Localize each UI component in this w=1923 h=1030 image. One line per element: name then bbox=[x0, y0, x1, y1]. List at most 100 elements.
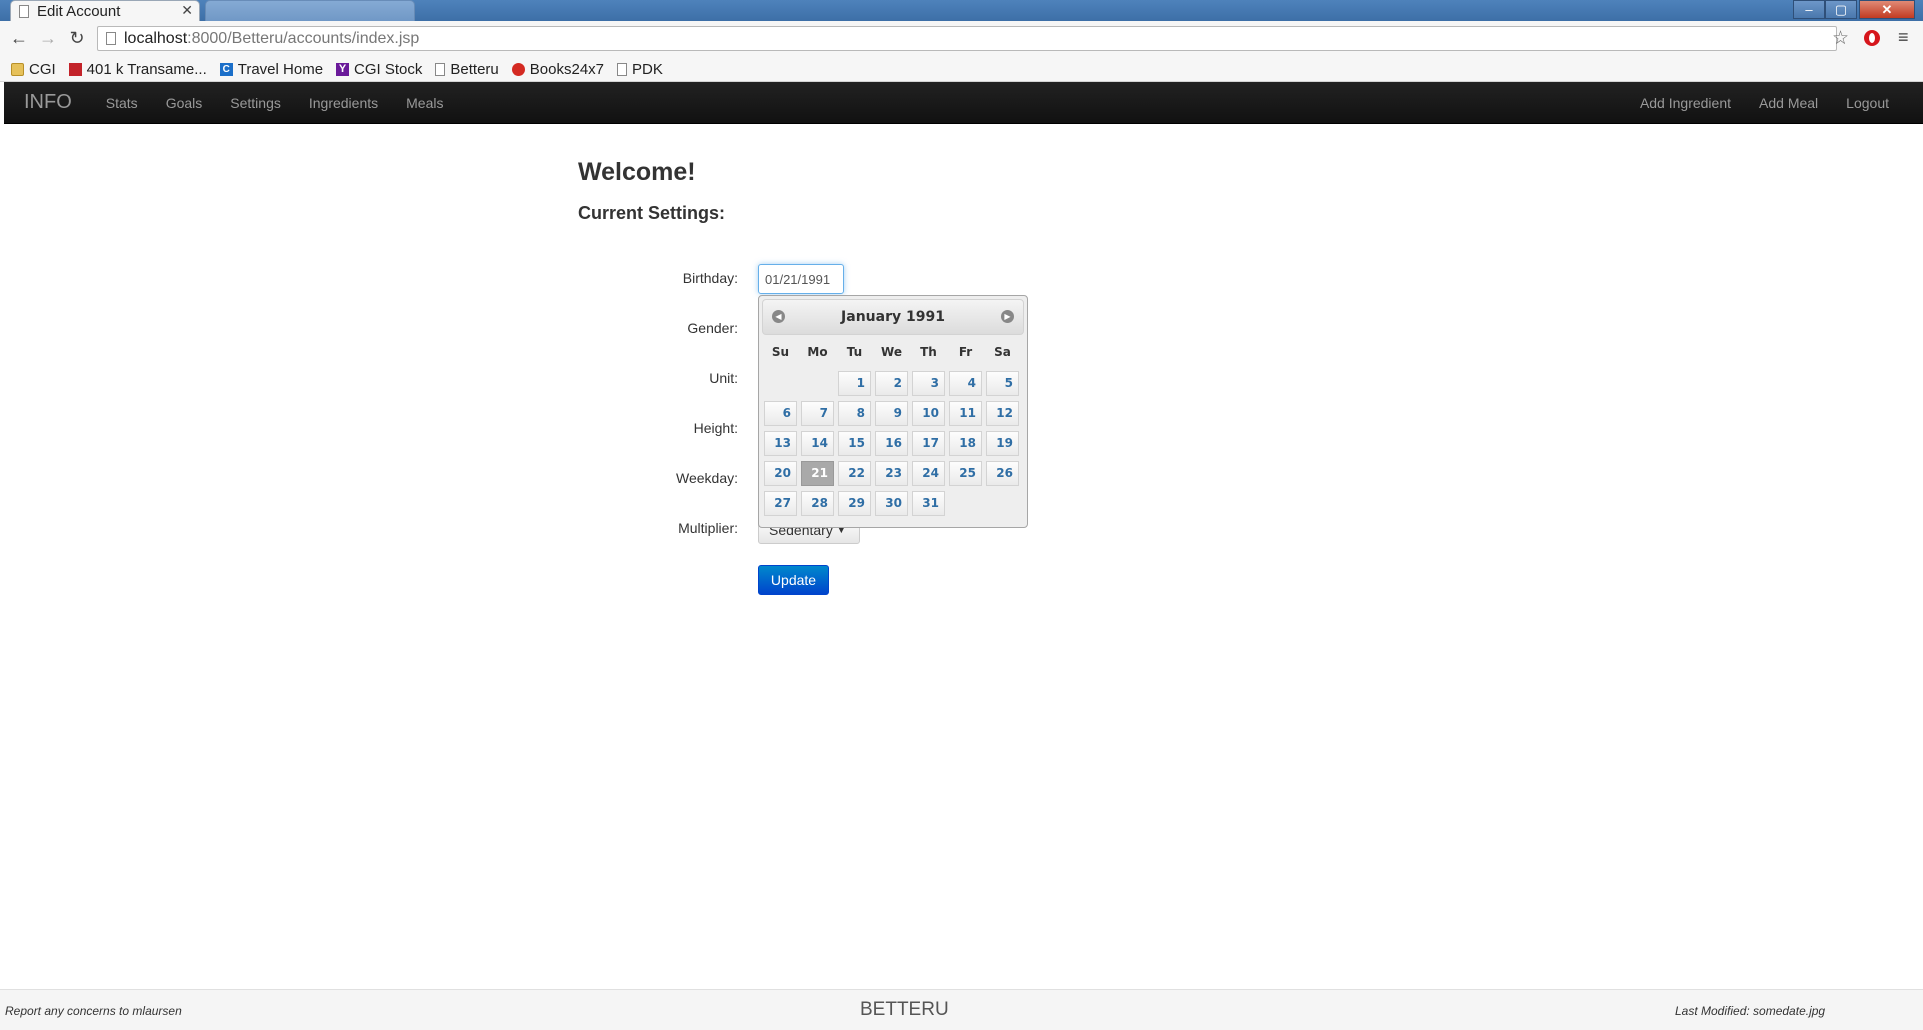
tab-edit-account[interactable]: Edit Account ✕ bbox=[10, 0, 200, 21]
forward-button[interactable]: → bbox=[37, 27, 59, 49]
bookmark-betteru[interactable]: Betteru bbox=[435, 60, 499, 78]
birthday-input[interactable] bbox=[758, 264, 844, 294]
datepicker-week-row: 20 21 22 23 24 25 26 bbox=[762, 459, 1024, 489]
day-cell[interactable]: 17 bbox=[912, 431, 945, 456]
nav-meals[interactable]: Meals bbox=[392, 95, 457, 111]
day-cell[interactable]: 9 bbox=[875, 401, 908, 426]
datepicker-week-row: 12345 bbox=[762, 369, 1024, 399]
datepicker: ◀ January 1991 ▶ Su Mo Tu We Th Fr Sa 1 2 3 4 5 6 7 8 9… bbox=[758, 295, 1028, 528]
day-cell[interactable]: 27 bbox=[764, 491, 797, 516]
day-cell[interactable]: 11 bbox=[949, 401, 982, 426]
day-cell[interactable]: 19 bbox=[986, 431, 1019, 456]
day-cell[interactable]: 5 bbox=[986, 371, 1019, 396]
bookmark-travel-home[interactable]: C Travel Home bbox=[219, 60, 324, 78]
bookmark-pdk[interactable]: PDK bbox=[617, 61, 663, 78]
datepicker-week-row: 6 7 8 9 10 11 12 bbox=[762, 399, 1024, 429]
nav-ingredients[interactable]: Ingredients bbox=[295, 95, 392, 111]
close-window-button[interactable]: ✕ bbox=[1859, 0, 1915, 19]
day-cell[interactable]: 30 bbox=[875, 491, 908, 516]
day-cell[interactable]: 26 bbox=[986, 461, 1019, 486]
day-cell[interactable]: 7 bbox=[801, 401, 834, 426]
footer: Report any concerns to mlaursen BETTERU … bbox=[0, 989, 1923, 1030]
day-cell[interactable]: 1 bbox=[838, 371, 871, 396]
url-host: localhost bbox=[124, 29, 188, 47]
weekday-header: We bbox=[881, 345, 902, 359]
weekday-header: Sa bbox=[994, 345, 1011, 359]
day-cell[interactable]: 28 bbox=[801, 491, 834, 516]
day-cell[interactable]: 15 bbox=[838, 431, 871, 456]
day-cell[interactable]: 31 bbox=[912, 491, 945, 516]
nav-right: Add Ingredient Add Meal Logout bbox=[1626, 95, 1903, 111]
datepicker-week-row: 27 28 29 30 31 bbox=[762, 489, 1024, 519]
datepicker-header: ◀ January 1991 ▶ bbox=[762, 299, 1024, 335]
day-cell[interactable]: 16 bbox=[875, 431, 908, 456]
minimize-button[interactable]: – bbox=[1793, 0, 1825, 19]
reload-button[interactable]: ↻ bbox=[66, 27, 88, 49]
datepicker-week-row: 13 14 15 16 17 18 19 bbox=[762, 429, 1024, 459]
day-cell[interactable]: 18 bbox=[949, 431, 982, 456]
close-tab-icon[interactable]: ✕ bbox=[181, 2, 193, 19]
bookmark-label: Travel Home bbox=[237, 60, 324, 78]
day-cell[interactable]: 3 bbox=[912, 371, 945, 396]
next-month-icon[interactable]: ▶ bbox=[1001, 310, 1014, 323]
bookmark-label: 401 k Transame... bbox=[86, 60, 207, 78]
bookmark-label: CGI Stock bbox=[354, 60, 423, 78]
day-cell[interactable]: 13 bbox=[764, 431, 797, 456]
day-cell[interactable]: 24 bbox=[912, 461, 945, 486]
datepicker-month-year: January 1991 bbox=[841, 309, 945, 325]
selected-day[interactable]: 21 bbox=[801, 461, 834, 486]
nav-settings[interactable]: Settings bbox=[216, 95, 295, 111]
day-cell[interactable]: 4 bbox=[949, 371, 982, 396]
address-bar[interactable]: localhost:8000/Betteru/accounts/index.js… bbox=[97, 26, 1837, 51]
url-path: :8000/Betteru/accounts/index.jsp bbox=[187, 29, 420, 47]
bookmark-cgi-stock[interactable]: Y CGI Stock bbox=[336, 61, 422, 78]
bookmark-books24x7[interactable]: Books24x7 bbox=[511, 61, 604, 78]
day-cell[interactable]: 10 bbox=[912, 401, 945, 426]
footer-last-modified: Last Modified: somedate.jpg bbox=[1675, 1004, 1826, 1018]
opera-icon[interactable] bbox=[1864, 30, 1880, 46]
day-cell[interactable]: 2 bbox=[875, 371, 908, 396]
menu-icon[interactable]: ≡ bbox=[1898, 27, 1909, 48]
nav-logout[interactable]: Logout bbox=[1832, 95, 1903, 111]
bookmark-star-icon[interactable]: ☆ bbox=[1832, 27, 1849, 50]
app-navbar: INFO Stats Goals Settings Ingredients Me… bbox=[4, 82, 1923, 124]
arrow-left-icon: ← bbox=[10, 27, 28, 48]
prev-month-icon[interactable]: ◀ bbox=[772, 310, 785, 323]
weekday-header: Th bbox=[920, 345, 937, 359]
weekday-header: Mo bbox=[807, 345, 828, 359]
nav-add-ingredient[interactable]: Add Ingredient bbox=[1626, 95, 1745, 111]
day-cell[interactable]: 6 bbox=[764, 401, 797, 426]
day-cell[interactable]: 20 bbox=[764, 461, 797, 486]
nav-goals[interactable]: Goals bbox=[152, 95, 217, 111]
day-cell[interactable]: 22 bbox=[838, 461, 871, 486]
back-button[interactable]: ← bbox=[8, 27, 30, 49]
browser-toolbar: ← → ↻ localhost:8000/Betteru/accounts/in… bbox=[0, 21, 1923, 57]
day-cell[interactable]: 25 bbox=[949, 461, 982, 486]
tab-title: Edit Account bbox=[37, 2, 121, 20]
bookmark-401k[interactable]: 401 k Transame... bbox=[68, 60, 207, 78]
weekday-header: Fr bbox=[958, 345, 973, 359]
empty-day bbox=[949, 491, 982, 516]
gender-label: Gender: bbox=[687, 320, 738, 336]
bookmarks-bar: CGI 401 k Transame... C Travel Home Y CGI … bbox=[0, 57, 1923, 82]
window-titlebar: Edit Account ✕ – ▢ ✕ bbox=[0, 0, 1923, 21]
brand-link[interactable]: INFO bbox=[24, 91, 72, 114]
weekday-label: Weekday: bbox=[676, 470, 738, 486]
yahoo-icon: Y bbox=[336, 62, 350, 76]
page-title: Welcome! bbox=[578, 158, 696, 186]
day-cell[interactable]: 23 bbox=[875, 461, 908, 486]
update-button[interactable]: Update bbox=[758, 565, 829, 595]
empty-day bbox=[764, 371, 797, 396]
page-icon bbox=[19, 4, 29, 18]
day-cell[interactable]: 29 bbox=[838, 491, 871, 516]
day-cell[interactable]: 8 bbox=[838, 401, 871, 426]
day-cell[interactable]: 14 bbox=[801, 431, 834, 456]
day-cell[interactable]: 12 bbox=[986, 401, 1019, 426]
nav-stats[interactable]: Stats bbox=[92, 95, 152, 111]
maximize-button[interactable]: ▢ bbox=[1825, 0, 1857, 19]
nav-add-meal[interactable]: Add Meal bbox=[1745, 95, 1832, 111]
bookmark-cgi[interactable]: CGI bbox=[11, 61, 56, 78]
datepicker-weekday-row: Su Mo Tu We Th Fr Sa bbox=[762, 339, 1024, 369]
tab-background[interactable] bbox=[205, 0, 415, 21]
bookmark-label: Betteru bbox=[450, 60, 499, 78]
